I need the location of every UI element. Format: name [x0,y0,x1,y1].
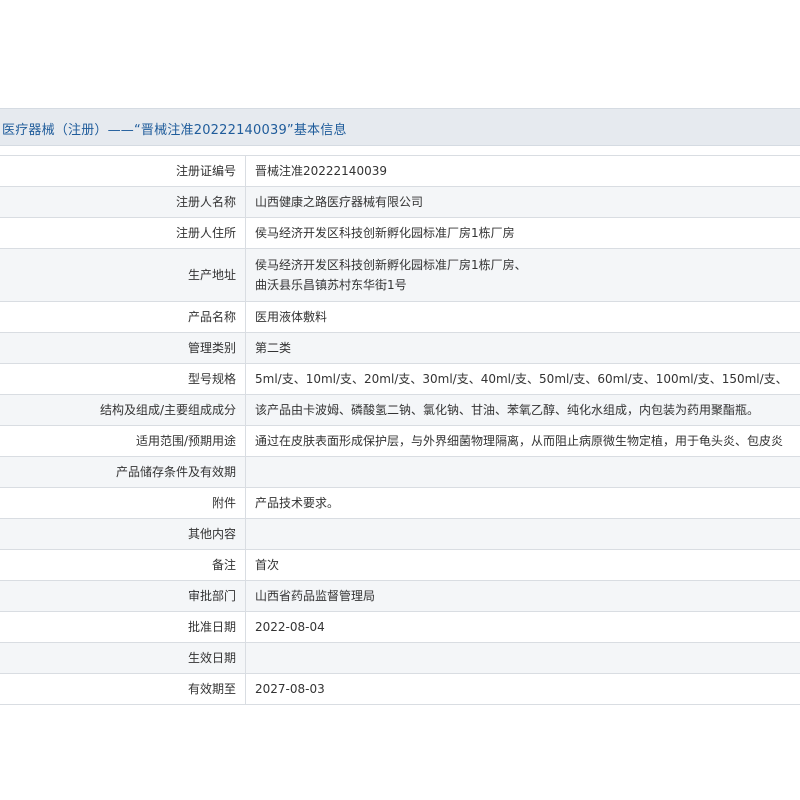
table-row: 注册证编号 晋械注准20222140039 [0,155,800,187]
row-value: 通过在皮肤表面形成保护层，与外界细菌物理隔离，从而阻止病原微生物定植，用于龟头炎… [245,425,800,457]
table-row: 生产地址 侯马经济开发区科技创新孵化园标准厂房1栋厂房、 曲沃县乐昌镇苏村东华街… [0,248,800,302]
row-value: 侯马经济开发区科技创新孵化园标准厂房1栋厂房、 曲沃县乐昌镇苏村东华街1号 [245,248,800,302]
info-table: 注册证编号 晋械注准20222140039 注册人名称 山西健康之路医疗器械有限… [0,155,800,705]
row-value [245,642,800,674]
table-row: 注册人住所 侯马经济开发区科技创新孵化园标准厂房1栋厂房 [0,217,800,249]
row-label: 注册人住所 [0,217,246,249]
row-label: 结构及组成/主要组成成分 [0,394,246,426]
table-row: 注册人名称 山西健康之路医疗器械有限公司 [0,186,800,218]
table-row: 备注 首次 [0,549,800,581]
row-value: 产品技术要求。 [245,487,800,519]
row-label: 生效日期 [0,642,246,674]
row-value [245,518,800,550]
page: 医疗器械（注册）——“晋械注准20222140039”基本信息 注册证编号 晋械… [0,0,800,800]
row-label: 产品名称 [0,301,246,333]
table-row: 有效期至 2027-08-03 [0,673,800,705]
row-value: 晋械注准20222140039 [245,155,800,187]
row-label: 适用范围/预期用途 [0,425,246,457]
table-row: 型号规格 5ml/支、10ml/支、20ml/支、30ml/支、40ml/支、5… [0,363,800,395]
row-label: 有效期至 [0,673,246,705]
row-value: 该产品由卡波姆、磷酸氢二钠、氯化钠、甘油、苯氧乙醇、纯化水组成，内包装为药用聚酯… [245,394,800,426]
row-label: 附件 [0,487,246,519]
row-value: 医用液体敷料 [245,301,800,333]
table-row: 附件 产品技术要求。 [0,487,800,519]
row-value: 2022-08-04 [245,611,800,643]
row-value: 第二类 [245,332,800,364]
row-label: 注册证编号 [0,155,246,187]
page-title: 医疗器械（注册）——“晋械注准20222140039”基本信息 [2,123,347,138]
title-bar: 医疗器械（注册）——“晋械注准20222140039”基本信息 [0,108,800,146]
row-label: 产品储存条件及有效期 [0,456,246,488]
row-label: 批准日期 [0,611,246,643]
row-label: 其他内容 [0,518,246,550]
table-row: 批准日期 2022-08-04 [0,611,800,643]
table-row: 产品储存条件及有效期 [0,456,800,488]
row-label: 备注 [0,549,246,581]
table-row: 结构及组成/主要组成成分 该产品由卡波姆、磷酸氢二钠、氯化钠、甘油、苯氧乙醇、纯… [0,394,800,426]
row-value-line: 曲沃县乐昌镇苏村东华街1号 [255,278,407,292]
row-value: 5ml/支、10ml/支、20ml/支、30ml/支、40ml/支、50ml/支… [245,363,800,395]
row-value: 首次 [245,549,800,581]
table-row: 审批部门 山西省药品监督管理局 [0,580,800,612]
table-row: 其他内容 [0,518,800,550]
row-label: 审批部门 [0,580,246,612]
row-label: 管理类别 [0,332,246,364]
row-label: 注册人名称 [0,186,246,218]
table-row: 生效日期 [0,642,800,674]
table-row: 管理类别 第二类 [0,332,800,364]
row-label: 型号规格 [0,363,246,395]
row-value: 山西省药品监督管理局 [245,580,800,612]
row-value-line: 侯马经济开发区科技创新孵化园标准厂房1栋厂房、 [255,258,527,272]
row-value: 山西健康之路医疗器械有限公司 [245,186,800,218]
row-value [245,456,800,488]
row-value: 侯马经济开发区科技创新孵化园标准厂房1栋厂房 [245,217,800,249]
row-label: 生产地址 [0,248,246,302]
table-row: 产品名称 医用液体敷料 [0,301,800,333]
table-row: 适用范围/预期用途 通过在皮肤表面形成保护层，与外界细菌物理隔离，从而阻止病原微… [0,425,800,457]
row-value: 2027-08-03 [245,673,800,705]
